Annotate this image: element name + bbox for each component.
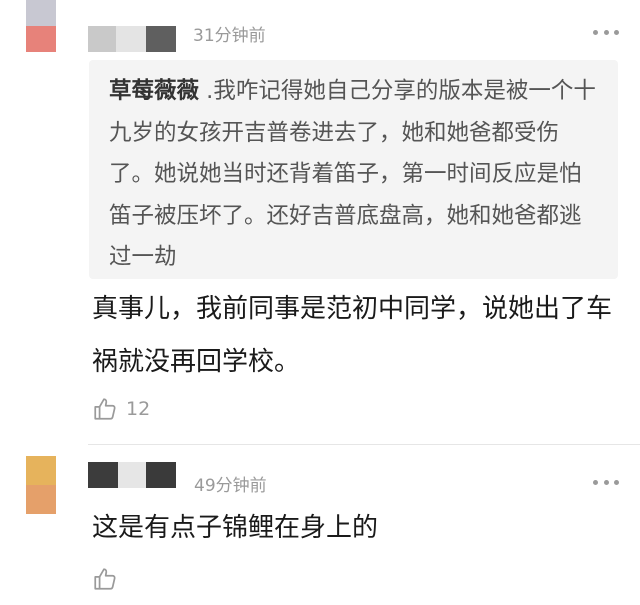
avatar-top — [26, 456, 56, 485]
avatar-top — [26, 0, 56, 26]
username-blurred[interactable] — [88, 462, 180, 488]
timestamp: 49分钟前 — [194, 476, 267, 496]
quoted-reply[interactable]: 草莓薇薇 .我咋记得她自己分享的版本是被一个十九岁的女孩开吉普卷进去了，她和她爸… — [89, 60, 618, 279]
thumbs-up-icon — [94, 398, 116, 420]
comment-text: 真事儿，我前同事是范初中同学，说她出了车祸就没再回学校。 — [92, 294, 613, 377]
timestamp: 31分钟前 — [193, 26, 266, 46]
avatar-bottom — [26, 485, 56, 514]
quote-text: .我咋记得她自己分享的版本是被一个十九岁的女孩开吉普卷进去了，她和她爸都受伤了。… — [109, 78, 596, 270]
like-button[interactable]: 12 — [92, 396, 150, 422]
blur-block — [146, 26, 176, 52]
divider — [88, 444, 640, 445]
blur-block — [146, 462, 176, 488]
blur-block — [88, 26, 116, 52]
more-dots-icon[interactable] — [593, 28, 619, 36]
username-blurred[interactable] — [88, 26, 180, 52]
thumbs-up-icon — [94, 568, 116, 590]
comment-item: 31分钟前 草莓薇薇 .我咋记得她自己分享的版本是被一个十九岁的女孩开吉普卷进去… — [0, 0, 640, 446]
avatar-bottom — [26, 26, 56, 52]
more-dots-icon[interactable] — [593, 478, 619, 486]
blur-block — [118, 462, 146, 488]
blur-block — [88, 462, 118, 488]
avatar[interactable] — [26, 0, 56, 52]
like-button[interactable] — [92, 566, 126, 592]
like-count: 12 — [126, 398, 151, 420]
avatar[interactable] — [26, 456, 56, 514]
comment-text: 这是有点子锦鲤在身上的 — [92, 513, 379, 543]
quote-author[interactable]: 草莓薇薇 — [109, 78, 199, 104]
blur-block — [116, 26, 146, 52]
